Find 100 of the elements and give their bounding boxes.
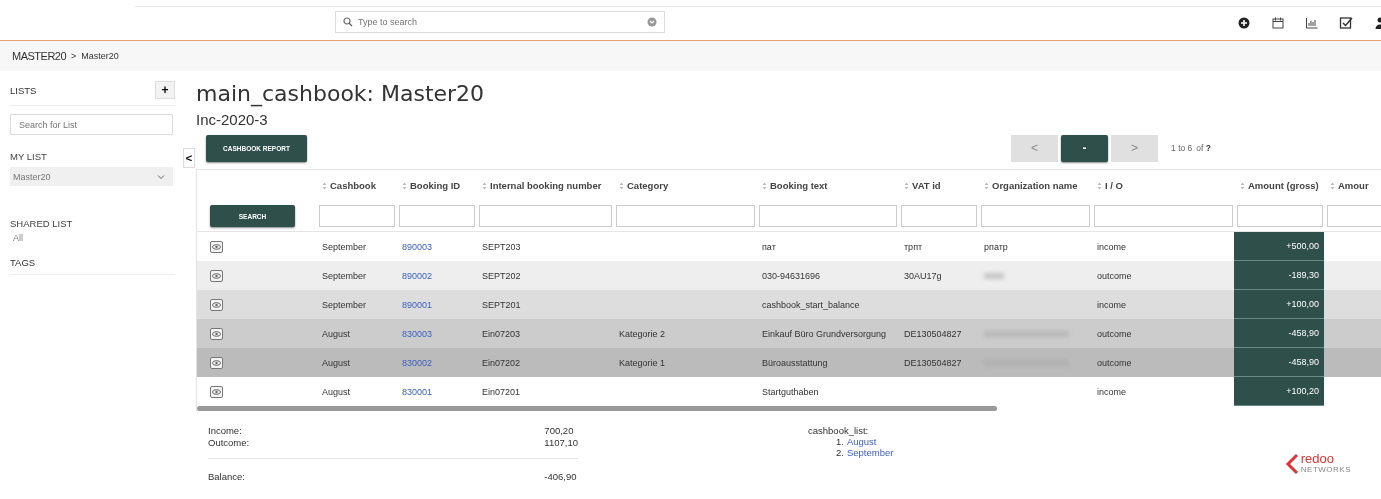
scrollbar[interactable] — [197, 406, 997, 411]
table-cell-text: August — [321, 328, 352, 339]
summary-value: 1107,10 — [544, 437, 578, 448]
table-cell-text: DE130504827 — [903, 328, 963, 339]
view-icon[interactable] — [210, 269, 223, 282]
table-cell-text: 030-94631696 — [761, 270, 822, 281]
dropdown-icon[interactable] — [647, 17, 657, 27]
breadcrumb-link[interactable]: MASTER20 — [12, 50, 67, 62]
table-cell: рпатр — [984, 241, 1008, 252]
sort-icon[interactable] — [619, 181, 624, 190]
sort-icon[interactable] — [1097, 181, 1102, 190]
filter-field[interactable] — [616, 205, 755, 227]
sort-icon[interactable] — [402, 181, 407, 190]
add-button[interactable]: + — [155, 81, 175, 99]
page-subtitle: Inc-2020-3 — [196, 111, 269, 128]
booking-id-link[interactable]: 890003 — [402, 241, 433, 252]
column-header[interactable]: Internal booking number — [490, 180, 602, 191]
filter-field[interactable] — [901, 205, 977, 227]
list-select[interactable]: Master20 — [10, 167, 173, 186]
calendar-icon[interactable] — [1271, 16, 1285, 30]
page-total: of ? — [1196, 143, 1211, 153]
filter-field[interactable] — [399, 205, 475, 227]
booking-id-link[interactable]: 830001 — [402, 386, 433, 397]
checkbox-icon[interactable] — [1339, 16, 1353, 30]
add-icon[interactable] — [1237, 16, 1251, 30]
table-cell-text: income — [1096, 299, 1127, 310]
page-button[interactable]: - — [1061, 134, 1109, 162]
table-cell-text: outcome — [1096, 270, 1133, 281]
filter-field[interactable] — [1094, 205, 1233, 227]
logo-icon — [1284, 452, 1299, 475]
view-icon[interactable] — [210, 356, 223, 369]
table-cell-text: SEPT202 — [481, 270, 522, 281]
table-cell-text: Ein07203 — [481, 328, 522, 339]
table-cell-text: income — [1096, 241, 1127, 252]
filter-field[interactable] — [479, 205, 612, 227]
table-cell-text: outcome — [1096, 328, 1133, 339]
booking-id-link[interactable]: 890001 — [402, 299, 433, 310]
list-search-field[interactable]: Search for List — [10, 114, 173, 135]
cashbook-link[interactable]: September — [846, 447, 894, 458]
column-header[interactable]: Booking ID — [410, 180, 461, 191]
filter-field[interactable] — [1327, 205, 1381, 227]
column-header[interactable]: Organization name — [992, 180, 1078, 191]
column-header[interactable]: I / O — [1105, 180, 1123, 191]
column-header[interactable]: Amour — [1338, 180, 1369, 191]
table-cell-text: Büroausstattung — [761, 357, 829, 368]
filter-field[interactable] — [759, 205, 897, 227]
view-icon[interactable] — [210, 385, 223, 398]
breadcrumb-separator: > — [71, 51, 77, 61]
page-range: 1 to 6 — [1171, 143, 1193, 153]
summary-label: Balance: — [208, 471, 246, 482]
sort-icon[interactable] — [984, 181, 989, 190]
collapse-button[interactable]: < — [183, 148, 195, 168]
column-header[interactable]: Category — [627, 180, 669, 191]
view-icon[interactable] — [210, 327, 223, 340]
sort-icon[interactable] — [762, 181, 767, 190]
search-field[interactable]: Type to search — [335, 11, 665, 33]
filter-field[interactable] — [319, 205, 395, 227]
column-header[interactable]: Booking text — [770, 180, 828, 191]
sort-icon[interactable] — [904, 181, 909, 190]
summary-label: Income: — [208, 425, 243, 436]
bar-chart-icon[interactable] — [1305, 16, 1319, 30]
sort-icon[interactable] — [322, 181, 327, 190]
amount-cell: +100,20 — [1234, 377, 1324, 406]
logo-tagline: NETWORKS — [1300, 465, 1351, 474]
table-cell-text: income — [1096, 386, 1127, 397]
table-cell-text: пат — [761, 241, 777, 252]
sort-icon[interactable] — [1330, 181, 1335, 190]
amount-cell: +500,00 — [1234, 232, 1324, 261]
filter-field[interactable] — [981, 205, 1090, 227]
amount-cell: +100,00 — [1234, 290, 1324, 319]
table-cell-text: Einkauf Büro Grundversorgung — [761, 328, 888, 339]
page-title: main_cashbook: Master20 — [196, 81, 486, 106]
table-row[interactable]: September 890002 SEPT202 030-94631696 30AU17g outcome -189,30 — [197, 261, 1381, 290]
list-number: 2. — [836, 447, 844, 458]
view-icon[interactable] — [210, 240, 223, 253]
shared-list-item[interactable]: All — [10, 233, 175, 243]
sort-icon[interactable] — [1240, 181, 1245, 190]
column-header[interactable]: Cashbook — [330, 180, 376, 191]
column-header[interactable]: VAT id — [912, 180, 941, 191]
search-icon — [343, 17, 353, 27]
table-cell-text: outcome — [1096, 357, 1133, 368]
table-cell-text: Ein07201 — [481, 386, 522, 397]
section-label: TAGS — [10, 257, 36, 268]
view-icon[interactable] — [210, 298, 223, 311]
table-row[interactable]: August 830002 Ein07202 Kategorie 1 Büroausstattung DE130504827 outcome -458,90 — [197, 348, 1381, 377]
table-cell-text: August — [321, 386, 352, 397]
table-row[interactable]: August 830003 Ein07203 Kategorie 2 Einkauf Büro Grundversorgung DE130504827 outcome -458,90 — [197, 319, 1381, 348]
table-cell-text: 30AU17g — [903, 270, 943, 281]
booking-id-link[interactable]: 830003 — [402, 328, 433, 339]
cashbook-link[interactable]: August — [846, 436, 877, 447]
booking-id-link[interactable]: 890002 — [402, 270, 433, 281]
list-label: cashbook_list: — [808, 425, 869, 436]
column-header[interactable]: Amount (gross) — [1248, 180, 1319, 191]
list-number: 1. — [836, 436, 844, 447]
sort-icon[interactable] — [482, 181, 487, 190]
filter-field[interactable] — [1237, 205, 1323, 227]
table-row[interactable]: September 890001 SEPT201 cashbook_start_balance income +100,00 — [197, 290, 1381, 319]
table-cell-text: Ein07202 — [481, 357, 522, 368]
table-cell-text: Kategorie 1 — [618, 357, 667, 368]
amount-cell: -189,30 — [1234, 261, 1324, 290]
